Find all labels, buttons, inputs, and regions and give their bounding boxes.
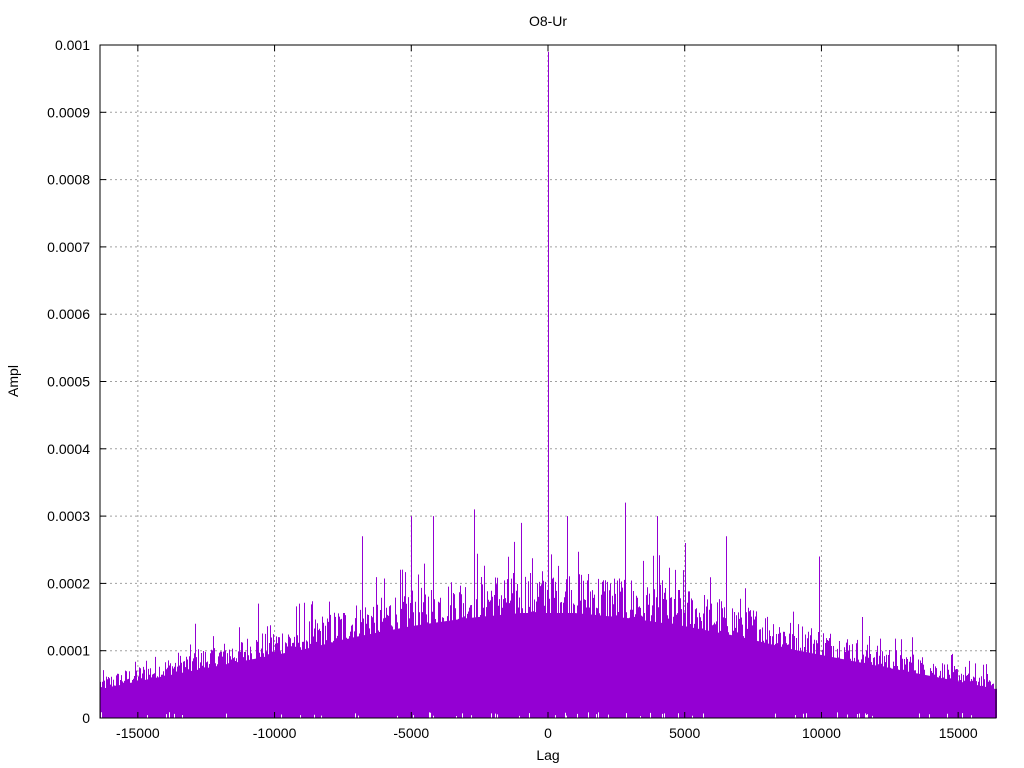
y-tick-label: 0.0009 [47, 104, 90, 120]
x-axis-label: Lag [536, 747, 559, 763]
chart-title: O8-Ur [529, 13, 567, 29]
x-tick-label: -5000 [393, 725, 429, 741]
y-tick-label: 0.0004 [47, 441, 90, 457]
x-tick-label: 5000 [669, 725, 700, 741]
x-tick-label: -10000 [253, 725, 297, 741]
y-tick-label: 0.001 [55, 37, 90, 53]
y-tick-label: 0.0001 [47, 643, 90, 659]
x-tick-label: 0 [544, 725, 552, 741]
y-tick-label: 0.0002 [47, 575, 90, 591]
autocorrelation-chart: -15000 -10000 -5000 0 5000 10000 15000 0 0.0001 0… [5, 13, 997, 763]
y-tick-label: 0.0006 [47, 306, 90, 322]
y-tick-label: 0.0008 [47, 172, 90, 188]
x-tick-label: -15000 [116, 725, 160, 741]
y-axis-label: Ampl [5, 365, 21, 397]
data-bars [100, 51, 997, 718]
y-tick-label: 0.0005 [47, 374, 90, 390]
y-tick-label: 0.0007 [47, 239, 90, 255]
y-tick-label: 0 [82, 710, 90, 726]
x-tick-label: 15000 [939, 725, 978, 741]
y-tick-label: 0.0003 [47, 508, 90, 524]
x-tick-label: 10000 [802, 725, 841, 741]
